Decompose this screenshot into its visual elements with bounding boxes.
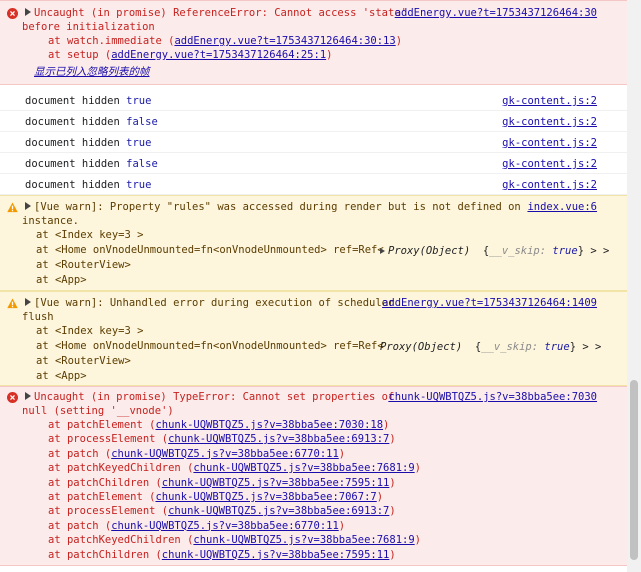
stack-frame-link[interactable]: chunk-UQWBTQZ5.js?v=38bba5ee:7030:18	[155, 419, 383, 431]
log-text: document hidden	[25, 137, 120, 149]
log-text: document hidden	[25, 116, 120, 128]
log-source-link[interactable]: gk-content.js:2	[502, 115, 597, 129]
stack-frame-link[interactable]: chunk-UQWBTQZ5.js?v=38bba5ee:7595:11	[162, 549, 390, 561]
log-source-link[interactable]: gk-content.js:2	[502, 136, 597, 150]
proxy-object-preview[interactable]: Proxy(Object) {__v_skip: true} > >	[380, 244, 609, 258]
component-stack-line: at <Home onVnodeUnmounted=fn<onVnodeUnmo…	[36, 244, 384, 256]
stack-frame: at patchKeyedChildren (chunk-UQWBTQZ5.js…	[48, 534, 421, 547]
error-message-line: null (setting '__vnode')	[22, 405, 174, 417]
console-log-message: document hidden true gk-content.js:2	[0, 132, 627, 153]
stack-frame: at patchChildren (chunk-UQWBTQZ5.js?v=38…	[48, 548, 396, 561]
error-message-line: Uncaught (in promise) ReferenceError: Ca…	[25, 6, 407, 20]
stack-frame: at patchKeyedChildren (chunk-UQWBTQZ5.js…	[48, 462, 421, 475]
console-log-message: document hidden false gk-content.js:2	[0, 153, 627, 174]
stack-frame-link[interactable]: chunk-UQWBTQZ5.js?v=38bba5ee:7595:11	[162, 477, 390, 489]
console-log-message: document hidden false gk-content.js:2	[0, 111, 627, 132]
error-icon	[7, 392, 18, 403]
stack-frame: at processElement (chunk-UQWBTQZ5.js?v=3…	[48, 505, 396, 518]
warning-message-line: [Vue warn]: Property "rules" was accesse…	[25, 200, 521, 214]
console-warning-message: [Vue warn]: Property "rules" was accesse…	[0, 195, 627, 291]
console-error-message: Uncaught (in promise) TypeError: Cannot …	[0, 386, 627, 566]
proxy-object-preview[interactable]: Proxy(Object) {__v_skip: true} > >	[380, 340, 601, 354]
log-value: true	[126, 179, 152, 191]
component-stack-line: at <App>	[36, 370, 87, 382]
expand-triangle-icon[interactable]	[25, 298, 31, 306]
devtools-console: Uncaught (in promise) ReferenceError: Ca…	[0, 0, 627, 572]
log-source-link[interactable]: gk-content.js:2	[502, 94, 597, 108]
log-value: true	[126, 95, 152, 107]
stack-frame-link[interactable]: chunk-UQWBTQZ5.js?v=38bba5ee:7681:9	[193, 534, 414, 546]
component-stack-line: at <Index key=3 >	[36, 229, 144, 241]
component-stack-line: at <RouterView>	[36, 355, 131, 367]
log-source-link[interactable]: gk-content.js:2	[502, 157, 597, 171]
stack-frame-link[interactable]: addEnergy.vue?t=1753437126464:30:13	[174, 35, 395, 47]
log-value: false	[126, 158, 158, 170]
stack-frame: at patch (chunk-UQWBTQZ5.js?v=38bba5ee:6…	[48, 447, 346, 460]
vertical-scrollbar[interactable]	[627, 0, 641, 572]
stack-frame-link[interactable]: chunk-UQWBTQZ5.js?v=38bba5ee:7681:9	[193, 462, 414, 474]
show-ignore-listed-frames-link[interactable]: 显示已列入忽略列表的帧	[34, 65, 150, 79]
stack-frame: at patchElement (chunk-UQWBTQZ5.js?v=38b…	[48, 491, 384, 503]
warning-icon	[7, 298, 18, 309]
error-source-link[interactable]: addEnergy.vue?t=1753437126464:30	[395, 6, 597, 20]
stack-frame-link[interactable]: chunk-UQWBTQZ5.js?v=38bba5ee:6770:11	[111, 520, 339, 532]
log-source-link[interactable]: gk-content.js:2	[502, 178, 597, 192]
component-stack-line: at <RouterView>	[36, 259, 131, 271]
stack-frame-link[interactable]: chunk-UQWBTQZ5.js?v=38bba5ee:6770:11	[111, 448, 339, 460]
log-text: document hidden	[25, 158, 120, 170]
warning-source-link[interactable]: addEnergy.vue?t=1753437126464:1409	[382, 296, 597, 310]
error-source-link[interactable]: chunk-UQWBTQZ5.js?v=38bba5ee:7030	[388, 390, 597, 404]
console-log-message: document hidden true gk-content.js:2	[0, 90, 627, 111]
stack-frame: at watch.immediate (addEnergy.vue?t=1753…	[48, 35, 403, 47]
stack-frame: at setup (addEnergy.vue?t=1753437126464:…	[48, 49, 333, 61]
warning-message-line: [Vue warn]: Unhandled error during execu…	[25, 296, 394, 310]
warning-source-link[interactable]: index.vue:6	[527, 200, 597, 214]
expand-triangle-icon[interactable]	[25, 202, 31, 210]
component-stack-line: at <Home onVnodeUnmounted=fn<onVnodeUnmo…	[36, 340, 384, 352]
warning-icon	[7, 202, 18, 213]
console-error-message: Uncaught (in promise) ReferenceError: Ca…	[0, 0, 627, 85]
stack-frame: at processElement (chunk-UQWBTQZ5.js?v=3…	[48, 433, 396, 446]
warning-message-line: flush	[22, 311, 54, 323]
expand-triangle-icon[interactable]	[380, 248, 385, 254]
scrollbar-thumb[interactable]	[630, 380, 638, 560]
stack-frame-link[interactable]: chunk-UQWBTQZ5.js?v=38bba5ee:7067:7	[155, 491, 376, 503]
expand-triangle-icon[interactable]	[25, 392, 31, 400]
error-icon	[7, 8, 18, 19]
stack-frame-link[interactable]: chunk-UQWBTQZ5.js?v=38bba5ee:6913:7	[168, 505, 389, 517]
console-warning-message: [Vue warn]: Unhandled error during execu…	[0, 291, 627, 386]
log-value: false	[126, 116, 158, 128]
stack-frame-link[interactable]: chunk-UQWBTQZ5.js?v=38bba5ee:6913:7	[168, 433, 389, 445]
stack-frame: at patchChildren (chunk-UQWBTQZ5.js?v=38…	[48, 476, 396, 489]
component-stack-line: at <Index key=3 >	[36, 325, 144, 337]
stack-frame: at patch (chunk-UQWBTQZ5.js?v=38bba5ee:6…	[48, 519, 346, 532]
component-stack-line: at <App>	[36, 274, 87, 286]
log-text: document hidden	[25, 179, 120, 191]
error-message-line: Uncaught (in promise) TypeError: Cannot …	[25, 390, 394, 404]
warning-message-line: instance.	[22, 215, 79, 227]
error-message-line: before initialization	[22, 21, 155, 33]
stack-frame-link[interactable]: addEnergy.vue?t=1753437126464:25:1	[111, 49, 326, 61]
log-value: true	[126, 137, 152, 149]
console-log-message: document hidden true gk-content.js:2	[0, 174, 627, 195]
stack-frame: at patchElement (chunk-UQWBTQZ5.js?v=38b…	[48, 419, 390, 431]
expand-triangle-icon[interactable]	[25, 8, 31, 16]
log-text: document hidden	[25, 95, 120, 107]
